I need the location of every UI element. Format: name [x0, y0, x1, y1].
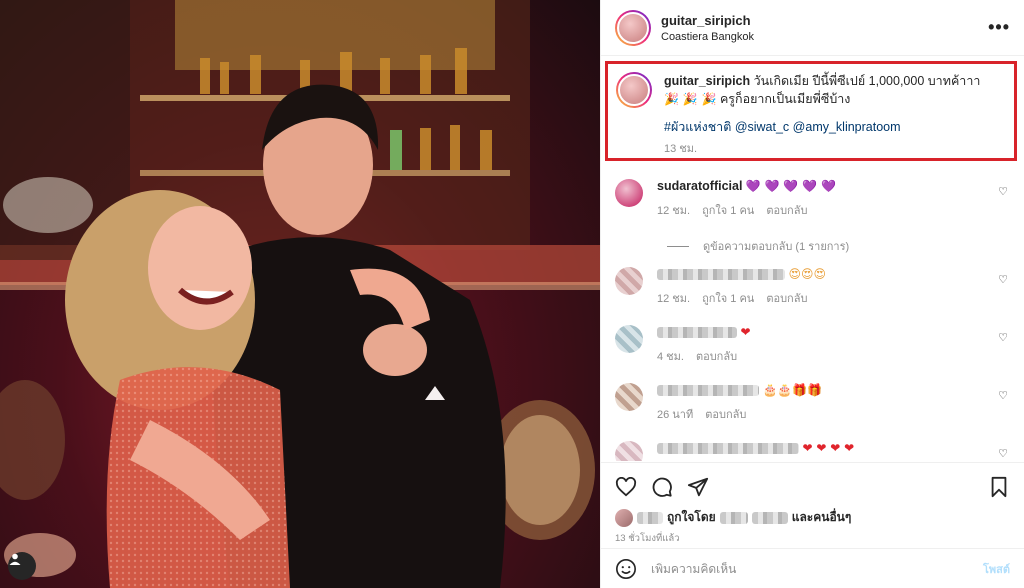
- blurred-liker-name: [637, 511, 663, 524]
- comment-time[interactable]: 26 นาที: [657, 405, 693, 423]
- comment-avatar[interactable]: [615, 267, 643, 295]
- caption-mention-2[interactable]: @amy_klinpratoom: [793, 120, 901, 134]
- caption-body: guitar_siripich วันเกิดเมีย ปีนี้พี่ซีเป…: [664, 72, 981, 155]
- view-replies-label: ดูข้อความตอบกลับ (1 รายการ): [703, 241, 850, 253]
- smiley-icon[interactable]: [615, 558, 637, 580]
- caption-hashtag[interactable]: #ผัวแห่งชาติ: [664, 120, 731, 134]
- author-username[interactable]: guitar_siripich: [661, 13, 988, 28]
- liked-by-suffix[interactable]: และคนอื่นๆ: [792, 508, 852, 527]
- post-photo[interactable]: [0, 0, 600, 588]
- post-comment-button[interactable]: โพสต์: [983, 560, 1010, 578]
- photo-illustration: [0, 0, 600, 588]
- comment-icon: [652, 477, 672, 497]
- caption-line-2: ครูก็อยากเป็นเมียพี่ซีบ้าง: [719, 92, 851, 106]
- post-location[interactable]: Coastiera Bangkok: [661, 31, 988, 43]
- heart-icon[interactable]: ♡: [998, 331, 1008, 344]
- author-avatar[interactable]: [615, 9, 651, 46]
- comment-text: 🎂🎂🎁🎁: [762, 383, 823, 397]
- reply-button[interactable]: ตอบกลับ: [766, 289, 807, 307]
- view-replies-button[interactable]: ดูข้อความตอบกลับ (1 รายการ): [667, 237, 849, 255]
- comment-avatar[interactable]: [615, 383, 643, 411]
- bookmark-icon: [991, 476, 1007, 497]
- comment-time[interactable]: 12 ชม.: [657, 289, 690, 307]
- reply-button[interactable]: ตอบกลับ: [766, 201, 807, 219]
- save-button[interactable]: [986, 474, 1012, 500]
- like-button[interactable]: [613, 474, 639, 500]
- post-header: guitar_siripich Coastiera Bangkok •••: [601, 0, 1024, 56]
- user-icon: [9, 553, 21, 565]
- blurred-liker-username[interactable]: [719, 511, 748, 524]
- paper-plane-icon: [687, 477, 709, 496]
- ellipsis-icon[interactable]: •••: [988, 17, 1010, 38]
- caption-time[interactable]: 13 ชม.: [664, 140, 980, 158]
- blurred-username[interactable]: [657, 269, 785, 281]
- caption-avatar[interactable]: [616, 72, 652, 108]
- comment-avatar[interactable]: [615, 441, 643, 461]
- blurred-username[interactable]: [657, 385, 759, 397]
- add-comment-bar: โพสต์: [601, 548, 1024, 588]
- blurred-username[interactable]: [657, 327, 737, 339]
- share-button[interactable]: [685, 474, 711, 500]
- comment-text: 😍😍😍: [788, 267, 827, 281]
- comments-scroll-area[interactable]: guitar_siripich วันเกิดเมีย ปีนี้พี่ซีเป…: [601, 57, 1024, 461]
- blurred-liker-username[interactable]: [751, 511, 788, 524]
- comment-username[interactable]: sudaratofficial: [657, 179, 742, 193]
- liked-by-prefix: ถูกใจโดย: [667, 510, 716, 524]
- party-popper-emojis: 🎉 🎉 🎉: [664, 92, 717, 106]
- heart-icon[interactable]: ♡: [998, 447, 1008, 460]
- comment-time[interactable]: 12 ชม.: [657, 201, 690, 219]
- caption-mention-1[interactable]: @siwat_c: [735, 120, 789, 134]
- blurred-username[interactable]: [657, 443, 799, 455]
- comment-item: sudaratofficial 💜 💜 💜 💜 💜 12 ชม. ถูกใจ 1…: [615, 179, 1014, 219]
- comment-likes[interactable]: ถูกใจ 1 คน: [702, 289, 754, 307]
- liker-avatar: [615, 508, 633, 527]
- post-panel: guitar_siripich Coastiera Bangkok ••• gu…: [600, 0, 1024, 588]
- comment-item: ❤ ❤ ❤ ❤ ♡: [615, 441, 1014, 461]
- add-comment-input[interactable]: [651, 561, 983, 576]
- comment-avatar[interactable]: [615, 179, 643, 207]
- comment-time[interactable]: 4 ชม.: [657, 347, 684, 365]
- comment-button[interactable]: [649, 474, 675, 500]
- comment-text: 💜 💜 💜 💜 💜: [745, 179, 836, 193]
- heart-icon: [615, 476, 637, 496]
- post-timestamp[interactable]: 13 ชั่วโมงที่แล้ว: [615, 531, 680, 546]
- comment-avatar[interactable]: [615, 325, 643, 353]
- caption-username[interactable]: guitar_siripich: [664, 74, 750, 88]
- heart-icon[interactable]: ♡: [998, 185, 1008, 198]
- comment-item: ❤ 4 ชม. ตอบกลับ ♡: [615, 325, 1014, 365]
- tagged-users-button[interactable]: [8, 552, 36, 580]
- post-caption: guitar_siripich วันเกิดเมีย ปีนี้พี่ซีเป…: [605, 61, 1017, 161]
- comment-text: ❤ ❤ ❤ ❤: [802, 441, 855, 455]
- reply-button[interactable]: ตอบกลับ: [696, 347, 737, 365]
- heart-icon[interactable]: ♡: [998, 389, 1008, 402]
- liked-by[interactable]: ถูกใจโดย และคนอื่นๆ: [615, 508, 851, 527]
- comment-text: ❤: [740, 325, 751, 339]
- comment-likes[interactable]: ถูกใจ 1 คน: [702, 201, 754, 219]
- comment-item: 😍😍😍 12 ชม. ถูกใจ 1 คน ตอบกลับ ♡: [615, 267, 1014, 307]
- comment-item: 🎂🎂🎁🎁 26 นาที ตอบกลับ ♡: [615, 383, 1014, 423]
- reply-button[interactable]: ตอบกลับ: [705, 405, 746, 423]
- action-bar: [601, 462, 1024, 510]
- heart-icon[interactable]: ♡: [998, 273, 1008, 286]
- author-info: guitar_siripich Coastiera Bangkok: [661, 13, 988, 43]
- caption-line-1: วันเกิดเมีย ปีนี้พี่ซีเปย์ 1,000,000 บาท…: [753, 74, 981, 88]
